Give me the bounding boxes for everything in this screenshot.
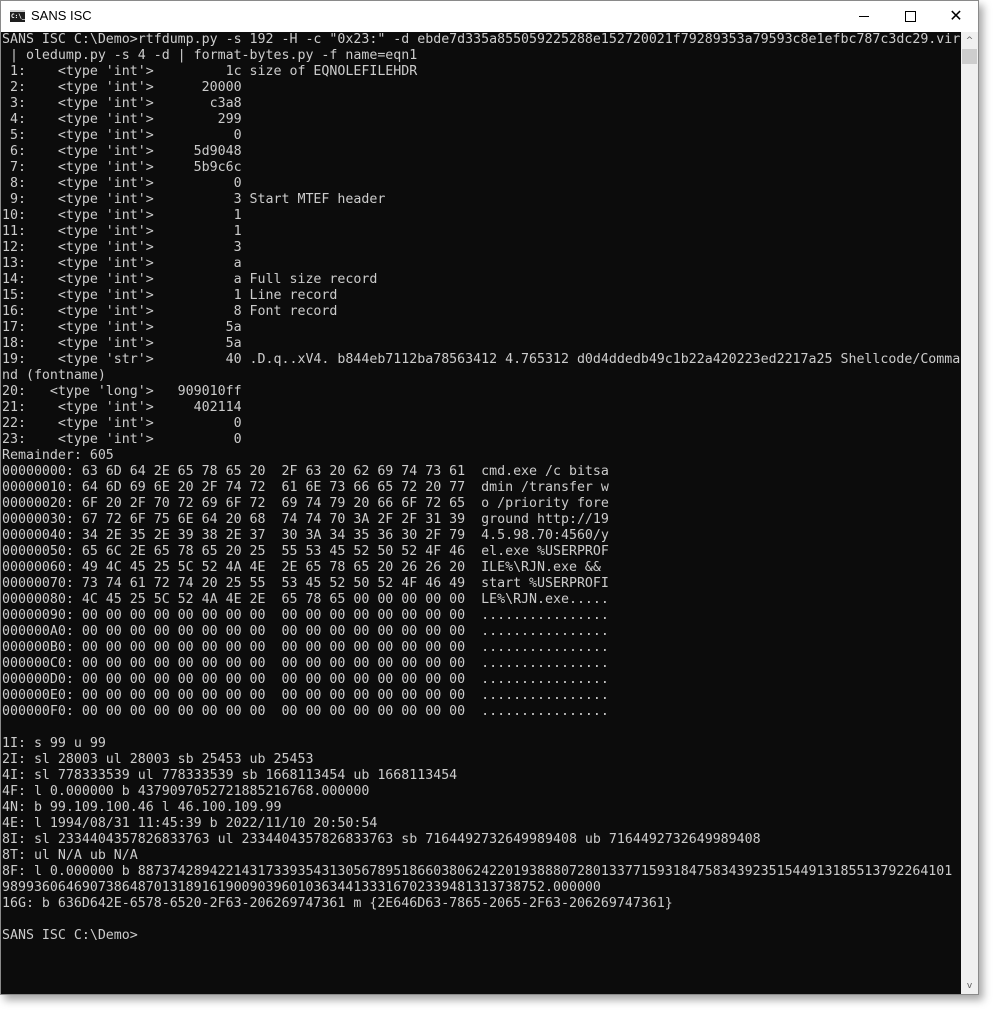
console-line: 2: <type 'int'> 20000 <box>2 80 242 95</box>
console-line: 8I: sl 2334404357826833763 ul 2334404357… <box>2 832 761 847</box>
console-line: 000000C0: 00 00 00 00 00 00 00 00 00 00 … <box>2 656 609 671</box>
console-line: 23: <type 'int'> 0 <box>2 432 242 447</box>
console-line: 8T: ul N/A ub N/A <box>2 848 138 863</box>
title-bar[interactable]: C:\_ SANS ISC ✕ <box>1 1 978 32</box>
close-button[interactable]: ✕ <box>933 1 979 31</box>
console-line: 20: <type 'long'> 909010ff <box>2 384 242 399</box>
console-line: 00000040: 34 2E 35 2E 39 38 2E 37 30 3A … <box>2 528 609 543</box>
console-line: 11: <type 'int'> 1 <box>2 224 242 239</box>
console-line: 000000F0: 00 00 00 00 00 00 00 00 00 00 … <box>2 704 609 719</box>
console-line: 17: <type 'int'> 5a <box>2 320 242 335</box>
console-line: 8F: l 0.000000 b 88737428942214317339354… <box>2 864 961 879</box>
console-line: 16G: b 636D642E-6578-6520-2F63-206269747… <box>2 896 673 911</box>
console-line: 5: <type 'int'> 0 <box>2 128 242 143</box>
console-line: 9899360646907386487013189161900903960103… <box>2 880 601 895</box>
vertical-scrollbar[interactable]: ^ v <box>961 32 978 994</box>
console-line: 15: <type 'int'> 1 Line record <box>2 288 338 303</box>
console-line: 000000B0: 00 00 00 00 00 00 00 00 00 00 … <box>2 640 609 655</box>
console-line: 00000030: 67 72 6F 75 6E 64 20 68 74 74 … <box>2 512 609 527</box>
console-line: Remainder: 605 <box>2 448 114 463</box>
console-line: 1I: s 99 u 99 <box>2 736 106 751</box>
close-icon: ✕ <box>949 6 963 25</box>
console-icon-text: C:\_ <box>11 13 26 20</box>
console-line: 00000090: 00 00 00 00 00 00 00 00 00 00 … <box>2 608 609 623</box>
maximize-icon <box>904 10 916 22</box>
console-line: 14: <type 'int'> a Full size record <box>2 272 378 287</box>
scroll-down-button[interactable]: v <box>961 977 978 994</box>
console-line: 00000050: 65 6C 2E 65 78 65 20 25 55 53 … <box>2 544 609 559</box>
chevron-down-icon: v <box>966 980 973 991</box>
console-line: 1: <type 'int'> 1c size of EQNOLEFILEHDR <box>2 64 418 79</box>
console-line: 00000060: 49 4C 45 25 5C 52 4A 4E 2E 65 … <box>2 560 609 575</box>
console-line: 8: <type 'int'> 0 <box>2 176 242 191</box>
scroll-up-button[interactable]: ^ <box>961 32 978 49</box>
console-output[interactable]: SANS ISC C:\Demo>rtfdump.py -s 192 -H -c… <box>1 32 961 994</box>
scroll-thumb[interactable] <box>962 49 977 64</box>
console-line: 000000A0: 00 00 00 00 00 00 00 00 00 00 … <box>2 624 609 639</box>
console-window: C:\_ SANS ISC ✕ SANS ISC C:\Demo>rtfdump… <box>0 0 979 995</box>
minimize-icon <box>859 15 869 17</box>
console-line: SANS ISC C:\Demo>rtfdump.py -s 192 -H -c… <box>2 32 961 47</box>
chevron-up-icon: ^ <box>965 35 974 46</box>
console-line: 2I: sl 28003 ul 28003 sb 25453 ub 25453 <box>2 752 314 767</box>
console-line: 4F: l 0.000000 b 4379097052721885216768.… <box>2 784 370 799</box>
console-line: 9: <type 'int'> 3 Start MTEF header <box>2 192 386 207</box>
console-line: 7: <type 'int'> 5b9c6c <box>2 160 242 175</box>
console-line: 00000070: 73 74 61 72 74 20 25 55 53 45 … <box>2 576 609 591</box>
console-text[interactable]: SANS ISC C:\Demo>rtfdump.py -s 192 -H -c… <box>1 32 961 944</box>
minimize-button[interactable] <box>841 1 887 31</box>
console-line: 4E: l 1994/08/31 11:45:39 b 2022/11/10 2… <box>2 816 378 831</box>
window-title: SANS ISC <box>31 8 92 23</box>
console-line: 22: <type 'int'> 0 <box>2 416 242 431</box>
console-line: 00000020: 6F 20 2F 70 72 69 6F 72 69 74 … <box>2 496 609 511</box>
console-line: 00000000: 63 6D 64 2E 65 78 65 20 2F 63 … <box>2 464 609 479</box>
console-line: 4N: b 99.109.100.46 l 46.100.109.99 <box>2 800 282 815</box>
console-line: 00000080: 4C 45 25 5C 52 4A 4E 2E 65 78 … <box>2 592 609 607</box>
console-line: nd (fontname) <box>2 368 106 383</box>
console-icon: C:\_ <box>10 10 25 22</box>
console-line: 00000010: 64 6D 69 6E 20 2F 74 72 61 6E … <box>2 480 609 495</box>
console-line: 21: <type 'int'> 402114 <box>2 400 242 415</box>
console-line: 19: <type 'str'> 40 .D.q..xV4. b844eb711… <box>2 352 961 367</box>
console-line: 12: <type 'int'> 3 <box>2 240 242 255</box>
maximize-button[interactable] <box>887 1 933 31</box>
console-line: 16: <type 'int'> 8 Font record <box>2 304 338 319</box>
console-line: SANS ISC C:\Demo> <box>2 928 138 943</box>
console-line: 10: <type 'int'> 1 <box>2 208 242 223</box>
console-line: 4: <type 'int'> 299 <box>2 112 242 127</box>
console-line: 13: <type 'int'> a <box>2 256 242 271</box>
console-line: 000000E0: 00 00 00 00 00 00 00 00 00 00 … <box>2 688 609 703</box>
console-line: 000000D0: 00 00 00 00 00 00 00 00 00 00 … <box>2 672 609 687</box>
console-line: 3: <type 'int'> c3a8 <box>2 96 242 111</box>
console-line: 6: <type 'int'> 5d9048 <box>2 144 242 159</box>
console-line: 4I: sl 778333539 ul 778333539 sb 1668113… <box>2 768 458 783</box>
console-line: | oledump.py -s 4 -d | format-bytes.py -… <box>2 48 418 63</box>
console-line: 18: <type 'int'> 5a <box>2 336 242 351</box>
